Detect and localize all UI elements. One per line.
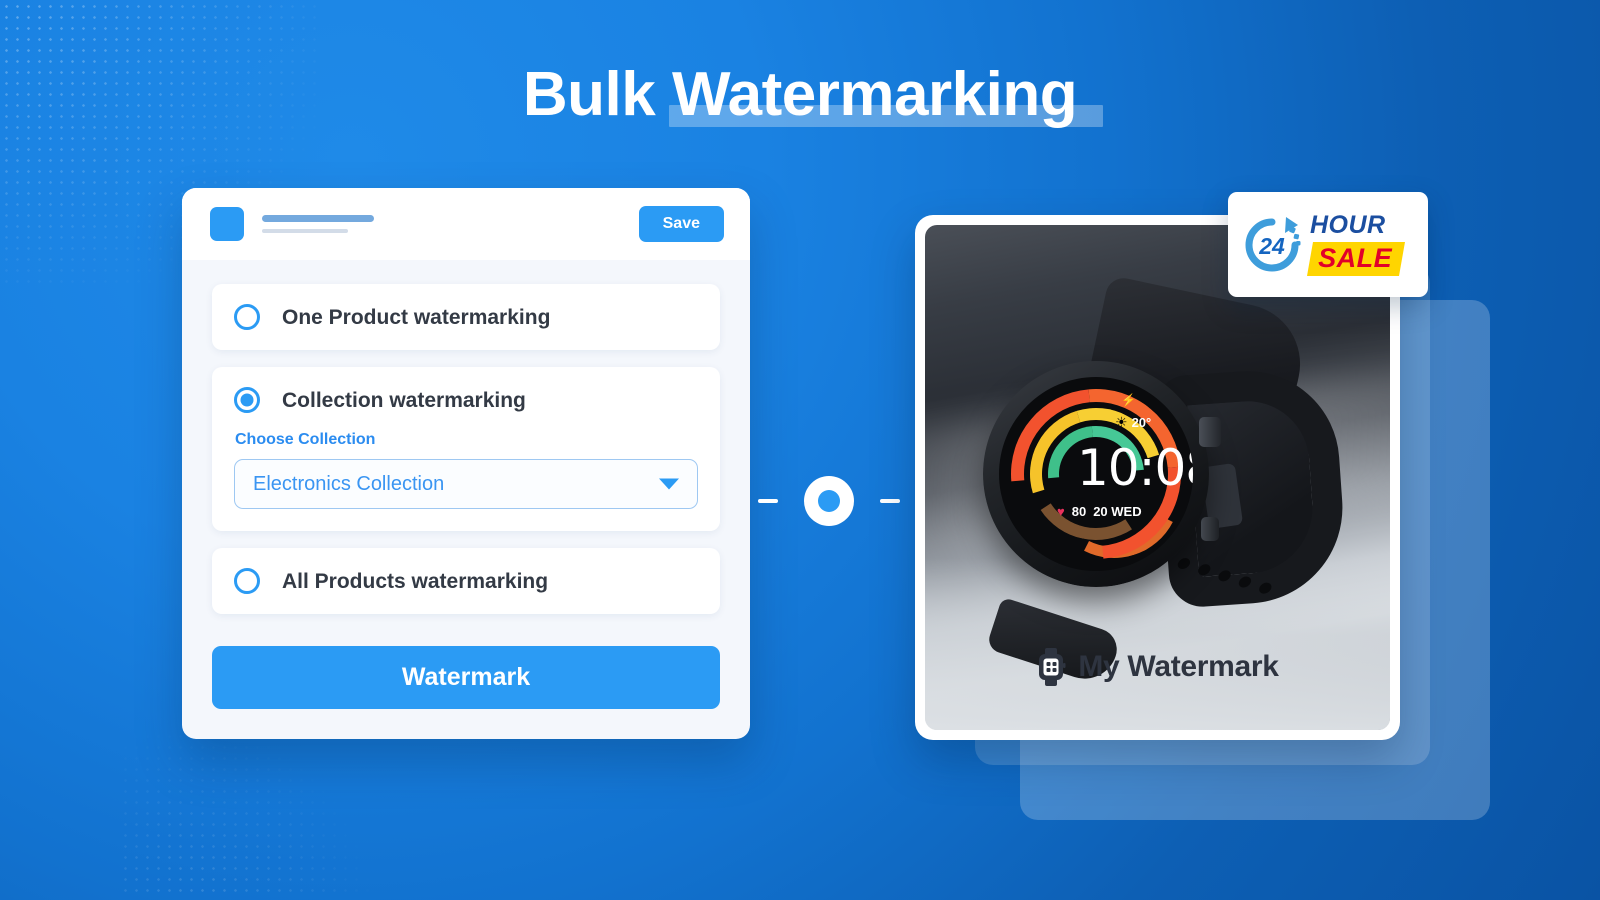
choose-collection-label: Choose Collection	[235, 431, 376, 448]
watch-side-button	[1201, 517, 1219, 541]
watch-time: 10:08	[1077, 439, 1193, 497]
page-canvas: Bulk Watermarking Save One Product water…	[0, 0, 1600, 900]
collection-select[interactable]: Electronics Collection	[234, 459, 698, 509]
watermark-button[interactable]: Watermark	[212, 646, 720, 709]
option-one-product[interactable]: One Product watermarking	[212, 284, 720, 350]
watermark-text: My Watermark	[1078, 650, 1279, 683]
placeholder-line-secondary	[262, 229, 348, 233]
connector	[758, 476, 900, 526]
save-button[interactable]: Save	[638, 206, 724, 242]
dot-pattern-bottom-left	[120, 720, 380, 900]
heart-icon: ♥	[1057, 504, 1065, 519]
badge-clock-graphic: 24	[1240, 213, 1304, 277]
watch-stats: ♥ 80 20 WED	[1057, 505, 1142, 518]
watch-date: 20 WED	[1093, 504, 1142, 519]
product-photo: ⚡ ☀ 20° 10:08 ♥ 80 20 WED	[925, 225, 1390, 730]
preview-panel: ⚡ ☀ 20° 10:08 ♥ 80 20 WED	[915, 215, 1495, 820]
option-label-collection: Collection watermarking	[282, 388, 526, 412]
radio-collection[interactable]	[234, 387, 260, 413]
badge-text-block: HOUR SALE	[1307, 211, 1406, 276]
smartwatch-icon	[1039, 648, 1066, 686]
watch-weather: ☀ 20°	[1115, 415, 1151, 429]
badge-hours-number: 24	[1259, 233, 1285, 259]
page-title: Bulk Watermarking	[522, 60, 1078, 129]
watch-face: ⚡ ☀ 20° 10:08 ♥ 80 20 WED	[999, 377, 1193, 571]
option-all-products[interactable]: All Products watermarking	[212, 548, 720, 614]
badge-hour-label: HOUR	[1310, 211, 1386, 239]
badge-sale-label: SALE	[1318, 243, 1393, 273]
watch-body: ⚡ ☀ 20° 10:08 ♥ 80 20 WED	[983, 361, 1221, 587]
smartwatch-illustration: ⚡ ☀ 20° 10:08 ♥ 80 20 WED	[977, 274, 1349, 688]
watermark-settings-card: Save One Product watermarking Collection…	[182, 188, 750, 739]
app-logo-placeholder	[210, 207, 244, 241]
watch-heart-rate: 80	[1071, 504, 1087, 519]
option-collection[interactable]: Collection watermarking Choose Collectio…	[212, 367, 720, 531]
badge-sale-banner: SALE	[1307, 242, 1406, 276]
card-header: Save	[182, 188, 750, 260]
page-title-container: Bulk Watermarking	[0, 58, 1600, 131]
chevron-down-icon	[659, 478, 679, 490]
option-label-one-product: One Product watermarking	[282, 305, 551, 329]
card-body: One Product watermarking Collection wate…	[182, 260, 750, 739]
watch-crown	[1199, 417, 1221, 447]
connector-dash-left	[758, 499, 778, 503]
sun-icon: ☀	[1115, 414, 1128, 430]
sale-badge: 24 HOUR SALE	[1228, 192, 1428, 297]
flash-icon: ⚡	[1121, 393, 1136, 407]
header-placeholder-lines	[262, 215, 639, 233]
collection-select-value: Electronics Collection	[253, 473, 445, 495]
connector-dash-right	[880, 499, 900, 503]
placeholder-line-primary	[262, 215, 374, 222]
radio-one-product[interactable]	[234, 304, 260, 330]
radio-all-products[interactable]	[234, 568, 260, 594]
connector-node-dot	[818, 490, 840, 512]
option-label-all-products: All Products watermarking	[282, 569, 549, 593]
watch-temperature: 20°	[1131, 414, 1152, 430]
connector-node	[804, 476, 854, 526]
watermark-overlay: My Watermark	[925, 648, 1390, 686]
